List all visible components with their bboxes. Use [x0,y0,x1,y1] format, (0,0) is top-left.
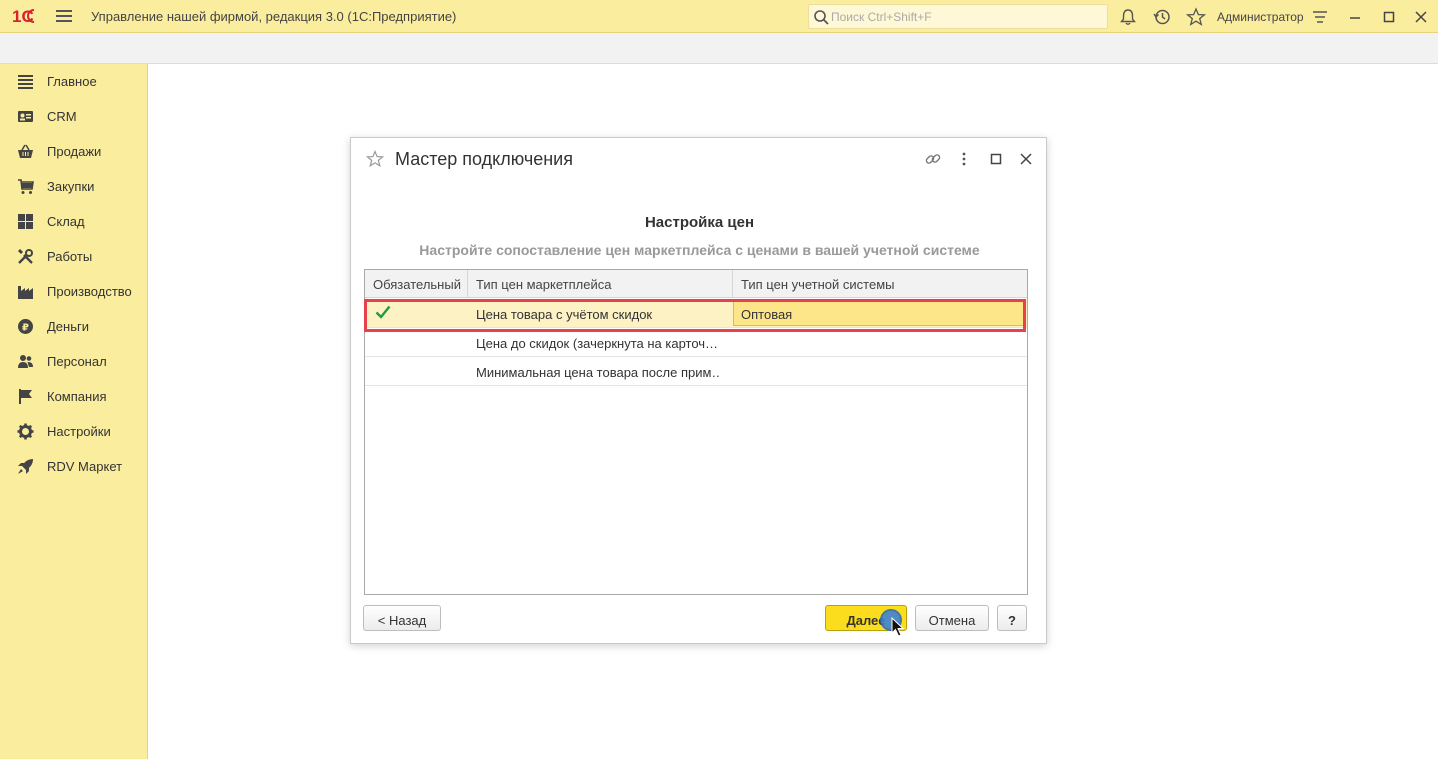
link-icon[interactable] [924,150,942,168]
maximize-icon[interactable] [1378,6,1400,28]
bell-icon[interactable] [1118,7,1138,27]
contact-card-icon [18,111,33,122]
factory-icon [18,286,33,299]
svg-text:1C: 1C [12,7,34,26]
sidebar-item-label: Работы [47,249,93,264]
sidebar-item-label: Главное [47,74,97,89]
cancel-button[interactable]: Отмена [915,605,989,631]
column-header-required[interactable]: Обязательный [365,270,468,298]
basket-icon [18,144,33,158]
sidebar-item-label: Продажи [47,144,102,159]
menu-lines-icon [18,75,33,89]
dialog-title: Мастер подключения [395,149,573,169]
toolbar-strip [0,33,1438,64]
more-vertical-icon[interactable] [955,150,973,168]
sidebar-item-label: Склад [47,214,85,229]
search-icon [814,10,829,25]
table-row[interactable]: Цена товара с учётом скидок Оптовая [365,299,1027,328]
sidebar-item-label: CRM [47,109,77,124]
sidebar-item-production[interactable]: Производство [0,278,147,306]
system-price-cell[interactable] [733,357,1027,386]
search-input[interactable] [831,8,1101,26]
sidebar: Главное CRM Продажи Закупки Склад Работы… [0,64,148,759]
table-header: Обязательный Тип цен маркетплейса Тип це… [365,270,1027,298]
main-menu-icon[interactable] [56,10,72,23]
favorite-star-icon[interactable] [366,150,384,168]
sidebar-item-label: Персонал [47,354,107,369]
ruble-coin-icon: ₽ [18,319,33,334]
marketplace-price-cell[interactable]: Цена товара с учётом скидок [468,299,733,328]
sidebar-item-label: Компания [47,389,107,404]
tools-icon [17,248,33,264]
sidebar-item-rdv-market[interactable]: RDV Маркет [0,453,147,481]
cart-icon [18,179,34,194]
price-mapping-table: Обязательный Тип цен маркетплейса Тип це… [364,269,1028,595]
rocket-icon [18,459,33,474]
sidebar-item-personnel[interactable]: Персонал [0,348,147,376]
sidebar-item-sales[interactable]: Продажи [0,138,147,166]
minimize-icon[interactable] [1344,6,1366,28]
star-icon[interactable] [1186,7,1206,27]
marketplace-price-cell[interactable]: Цена до скидок (зачеркнута на карточ… [468,328,720,357]
people-icon [18,355,33,368]
required-cell[interactable] [365,328,468,357]
svg-text:₽: ₽ [22,323,29,334]
system-price-cell[interactable] [733,328,1027,357]
maximize-icon[interactable] [987,150,1005,168]
flag-icon [19,389,32,404]
sidebar-item-settings[interactable]: Настройки [0,418,147,446]
sidebar-item-label: RDV Маркет [47,459,123,474]
sidebar-item-company[interactable]: Компания [0,383,147,411]
user-name[interactable]: Администратор [1217,10,1304,24]
connection-wizard-dialog: Мастер подключения Настройка цен Настрой… [350,137,1047,644]
mouse-cursor-icon [891,617,905,637]
column-header-marketplace-price[interactable]: Тип цен маркетплейса [468,270,733,298]
sidebar-item-label: Настройки [47,424,111,439]
section-subtitle: Настройте сопоставление цен маркетплейса… [419,242,980,258]
history-icon[interactable] [1152,7,1172,27]
section-title: Настройка цен [644,214,755,231]
close-icon[interactable] [1410,6,1432,28]
checkmark-icon [375,305,391,319]
sidebar-item-purchases[interactable]: Закупки [0,173,147,201]
close-icon[interactable] [1017,150,1035,168]
sidebar-item-works[interactable]: Работы [0,243,147,271]
sidebar-item-label: Производство [47,284,132,299]
sidebar-item-money[interactable]: ₽ Деньги [0,313,147,341]
sidebar-item-crm[interactable]: CRM [0,103,147,131]
table-row[interactable]: Минимальная цена товара после прим… [365,357,1027,386]
sidebar-item-label: Деньги [47,319,89,334]
title-bar: 1C Управление нашей фирмой, редакция 3.0… [0,0,1438,33]
app-title: Управление нашей фирмой, редакция 3.0 (1… [91,9,457,24]
1c-logo: 1C [12,7,35,26]
required-cell[interactable] [365,357,468,386]
system-price-cell[interactable]: Оптовая [733,301,1025,326]
marketplace-price-cell[interactable]: Минимальная цена товара после прим… [468,357,720,386]
settings-lines-icon[interactable] [1310,7,1330,27]
gear-icon [17,423,34,440]
table-row[interactable]: Цена до скидок (зачеркнута на карточ… [365,328,1027,357]
required-cell[interactable] [365,299,468,328]
column-header-system-price[interactable]: Тип цен учетной системы [733,270,1027,298]
sidebar-item-label: Закупки [47,179,95,194]
global-search[interactable] [808,4,1108,29]
help-button[interactable]: ? [997,605,1027,631]
sidebar-item-main[interactable]: Главное [0,68,147,96]
sidebar-item-warehouse[interactable]: Склад [0,208,147,236]
back-button[interactable]: < Назад [363,605,441,631]
warehouse-grid-icon [18,214,33,229]
